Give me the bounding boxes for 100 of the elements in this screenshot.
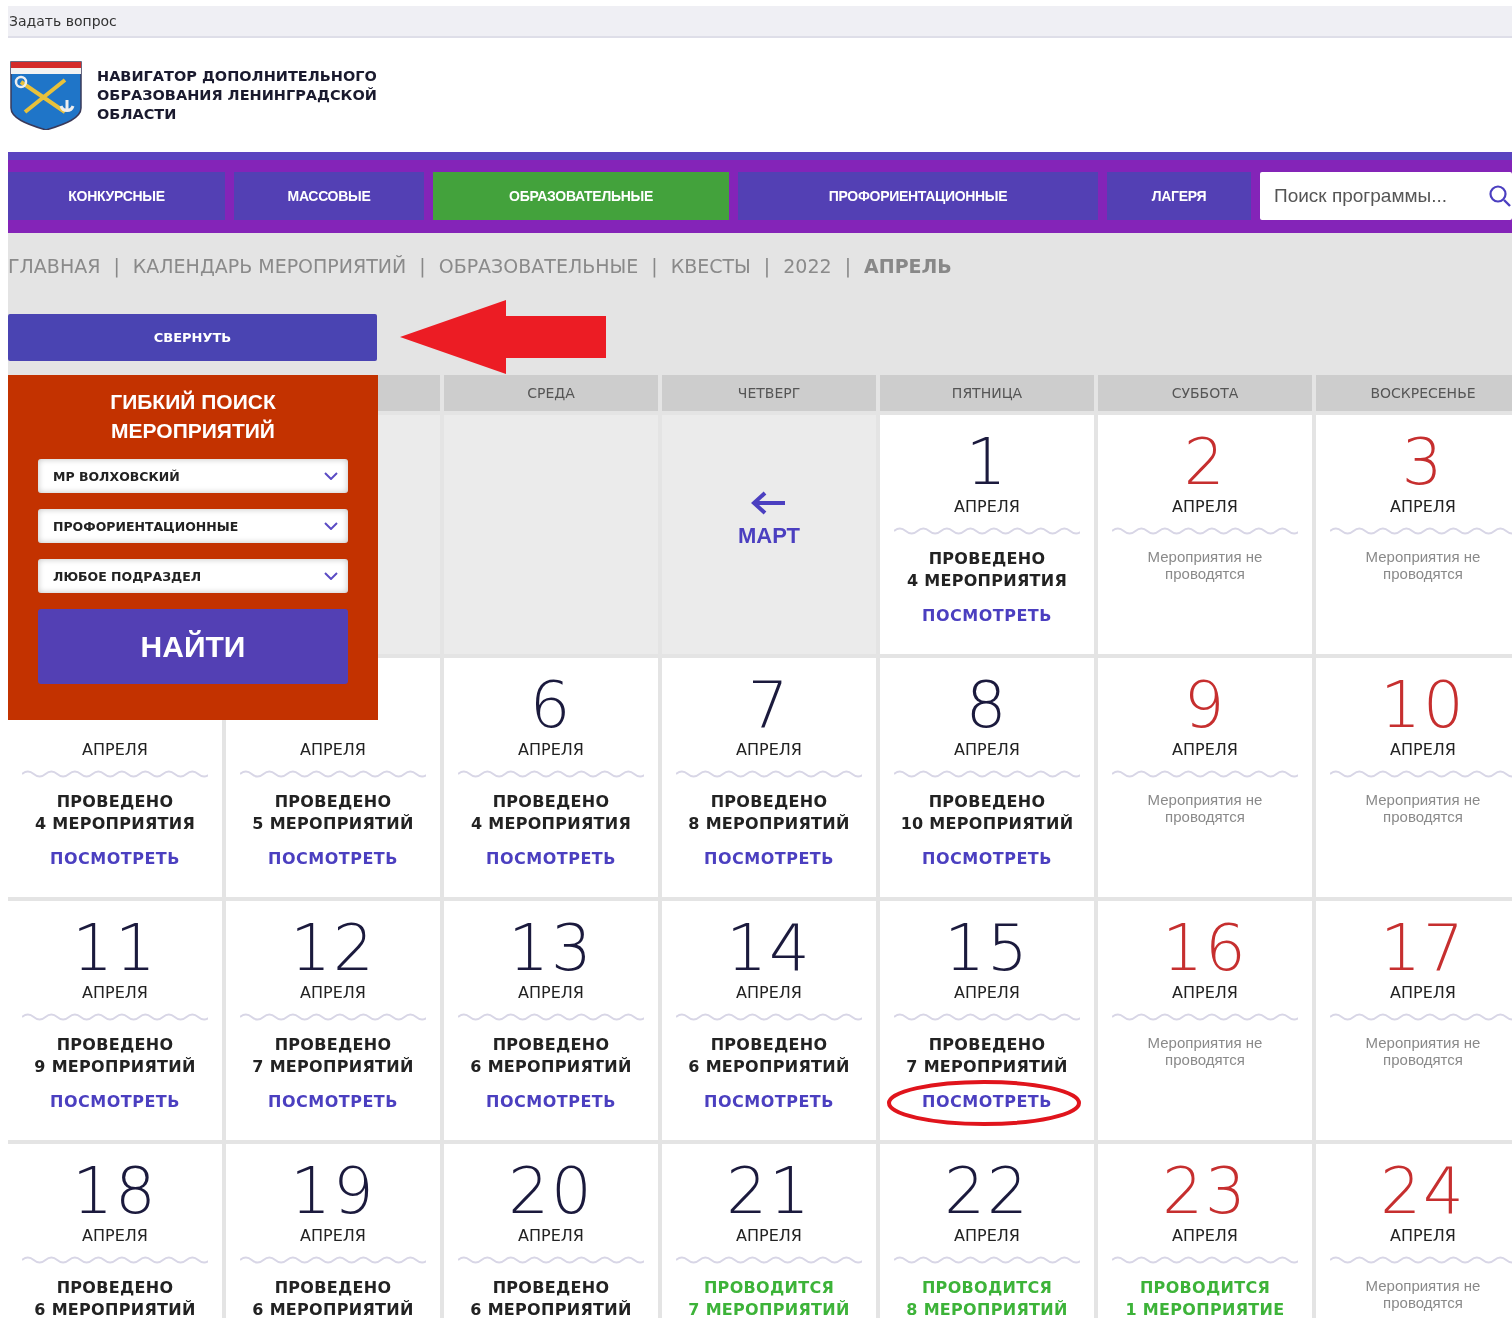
search-icon[interactable] [1488,184,1512,208]
left-arrow-icon[interactable] [751,490,787,515]
event-count: 6 МЕРОПРИЯТИЙ [470,1056,632,1078]
view-link[interactable]: ПОСМОТРЕТЬ [704,849,834,868]
event-count: 1 МЕРОПРИЯТИЕ [1125,1299,1285,1318]
month-label: АПРЕЛЯ [736,1226,802,1245]
day-number: 8 [965,672,1009,738]
day-number: 23 [1162,1158,1248,1224]
dropdown[interactable]: МР ВОЛХОВСКИЙ [38,459,348,493]
event-status: ПРОВЕДЕНО [928,1034,1046,1056]
find-button[interactable]: НАЙТИ [38,609,348,684]
event-status: ПРОВЕДЕНО [928,548,1046,570]
month-label: АПРЕЛЯ [300,983,366,1002]
event-count: 4 МЕРОПРИЯТИЯ [906,570,1068,592]
day-number: 17 [1380,915,1466,981]
month-label: АПРЕЛЯ [82,983,148,1002]
month-label: АПРЕЛЯ [82,740,148,759]
event-status: ПРОВОДИТСЯ [703,1277,835,1299]
no-events-note: Мероприятия не проводятся [1146,791,1264,825]
event-status: ПРОВЕДЕНО [274,791,392,813]
month-label: АПРЕЛЯ [1172,740,1238,759]
day-number: 2 [1183,429,1227,495]
month-label: АПРЕЛЯ [1172,497,1238,516]
event-status: ПРОВЕДЕНО [56,791,174,813]
event-status: ПРОВЕДЕНО [710,791,828,813]
month-label: АПРЕЛЯ [300,740,366,759]
event-count: 6 МЕРОПРИЯТИЙ [252,1299,414,1318]
month-label: АПРЕЛЯ [736,983,802,1002]
event-count: 7 МЕРОПРИЯТИЙ [906,1056,1068,1078]
view-link[interactable]: ПОСМОТРЕТЬ [922,849,1052,868]
event-count: 7 МЕРОПРИЯТИЙ [252,1056,414,1078]
previous-month-link[interactable]: МАРТ [737,522,800,549]
coat-of-arms-icon[interactable] [9,60,83,130]
day-number: 22 [944,1158,1030,1224]
month-label: АПРЕЛЯ [1390,983,1456,1002]
day-number: 6 [529,672,573,738]
panel-title: ГИБКИЙ ПОИСК МЕРОПРИЯТИЙ [109,389,277,444]
site-title: НАВИГАТОР ДОПОЛНИТЕЛЬНОГО ОБРАЗОВАНИЯ ЛЕНИНГРАДСКОЙ ОБЛАСТИ [97,66,377,124]
event-count: 4 МЕРОПРИЯТИЯ [470,813,632,835]
event-status: ПРОВЕДЕНО [56,1277,174,1299]
chevron-icon [324,472,338,480]
event-status: ПРОВЕДЕНО [492,1277,610,1299]
month-label: АПРЕЛЯ [300,1226,366,1245]
month-label: АПРЕЛЯ [518,983,584,1002]
event-status: ПРОВЕДЕНО [492,791,610,813]
day-number: 20 [508,1158,594,1224]
event-count: 5 МЕРОПРИЯТИЙ [252,813,414,835]
day-number: 15 [944,915,1030,981]
ask-question-link[interactable]: Задать вопрос [8,13,117,29]
nav-tab[interactable]: КОНКУРСНЫЕ [8,172,225,220]
nav-tab[interactable]: ПРОФОРИЕНТАЦИОННЫЕ [738,172,1098,220]
dropdown[interactable]: ЛЮБОЕ ПОДРАЗДЕЛ [38,559,348,593]
day-number: 9 [1183,672,1227,738]
event-count: 8 МЕРОПРИЯТИЙ [906,1299,1068,1318]
weekday-header: ЧЕТВЕРГ [662,375,876,411]
view-link[interactable]: ПОСМОТРЕТЬ [268,849,398,868]
no-events-note: Мероприятия не проводятся [1364,548,1482,582]
day-number: 21 [726,1158,812,1224]
no-events-note: Мероприятия не проводятся [1146,548,1264,582]
view-link[interactable]: ПОСМОТРЕТЬ [268,1092,398,1111]
view-link[interactable]: ПОСМОТРЕТЬ [486,849,616,868]
dropdown[interactable]: ПРОФОРИЕНТАЦИОННЫЕ [38,509,348,543]
breadcrumb-separator: | [651,255,658,277]
event-count: 6 МЕРОПРИЯТИЙ [34,1299,196,1318]
event-count: 8 МЕРОПРИЯТИЙ [688,813,850,835]
event-status: ПРОВЕДЕНО [274,1034,392,1056]
no-events-note: Мероприятия не проводятся [1364,1034,1482,1068]
view-link[interactable]: ПОСМОТРЕТЬ [704,1092,834,1111]
breadcrumb-separator: | [113,255,120,277]
no-events-note: Мероприятия не проводятся [1146,1034,1264,1068]
day-number: 24 [1380,1158,1466,1224]
month-label: АПРЕЛЯ [736,740,802,759]
event-count: 6 МЕРОПРИЯТИЙ [688,1056,850,1078]
day-number: 3 [1401,429,1445,495]
event-count: 9 МЕРОПРИЯТИЙ [34,1056,196,1078]
event-status: ПРОВЕДЕНО [928,791,1046,813]
day-number: 19 [290,1158,376,1224]
nav-tab[interactable]: ЛАГЕРЯ [1107,172,1251,220]
day-number: 12 [290,915,376,981]
event-count: 7 МЕРОПРИЯТИЙ [688,1299,850,1318]
view-link[interactable]: ПОСМОТРЕТЬ [922,606,1052,625]
month-label: АПРЕЛЯ [1390,1226,1456,1245]
day-number: 1 [965,429,1009,495]
collapse-button[interactable]: СВЕРНУТЬ [8,313,377,361]
breadcrumb-separator: | [763,255,771,277]
chevron-icon [324,572,338,580]
nav-tab[interactable]: МАССОВЫЕ [234,172,424,220]
event-status: ПРОВЕДЕНО [274,1277,392,1299]
weekday-header: ВОСКРЕСЕНЬЕ [1316,375,1512,411]
view-link[interactable]: ПОСМОТРЕТЬ [50,1092,180,1111]
event-status: ПРОВОДИТСЯ [1139,1277,1271,1299]
chevron-icon [324,522,338,530]
no-events-note: Мероприятия не проводятся [1364,1277,1482,1311]
view-link[interactable]: ПОСМОТРЕТЬ [486,1092,616,1111]
weekday-header: ПЯТНИЦА [880,375,1094,411]
day-number: 13 [508,915,594,981]
event-count: 6 МЕРОПРИЯТИЙ [470,1299,632,1318]
weekday-header: СУББОТА [1098,375,1312,411]
view-link[interactable]: ПОСМОТРЕТЬ [50,849,180,868]
search-field[interactable]: Поиск программы... [1260,172,1512,220]
